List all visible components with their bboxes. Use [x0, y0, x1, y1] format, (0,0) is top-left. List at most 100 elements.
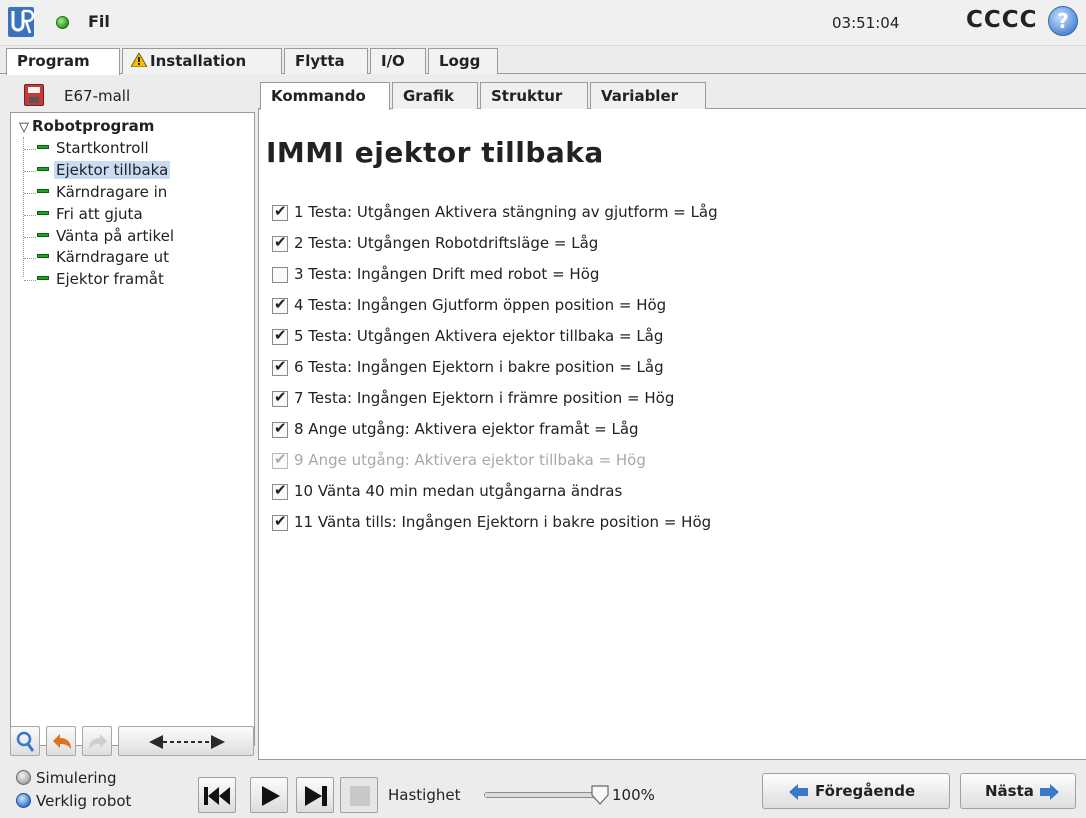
checkbox[interactable]: ✔ — [272, 512, 288, 531]
save-disk-icon[interactable] — [24, 84, 44, 106]
warning-icon — [130, 51, 148, 68]
tab-logg[interactable]: Logg — [428, 48, 498, 74]
search-button[interactable] — [10, 726, 40, 756]
checkbox[interactable]: ✔ — [272, 202, 288, 221]
simulation-label: Simulering — [36, 769, 117, 787]
tab-struktur[interactable]: Struktur — [480, 82, 588, 109]
ur-logo-icon — [8, 7, 34, 37]
checkmark-icon: ✔ — [274, 202, 287, 220]
arrow-left-icon — [789, 784, 808, 800]
tree-item-fri-att-gjuta[interactable]: Fri att gjuta — [23, 205, 145, 225]
check-item-label: 7 Testa: Ingången Ejektorn i främre posi… — [294, 389, 675, 407]
tab-installation[interactable]: Installation — [122, 48, 282, 74]
checkbox[interactable]: ✔ — [272, 326, 288, 345]
previous-button[interactable]: Föregående — [762, 773, 950, 809]
tree-item-vanta-pa-artikel[interactable]: Vänta på artikel — [23, 227, 176, 247]
checkmark-icon: ✔ — [274, 295, 287, 313]
simulation-radio[interactable] — [16, 770, 31, 785]
speed-slider[interactable] — [484, 792, 604, 798]
tree-root[interactable]: ▽ Robotprogram — [19, 117, 154, 135]
checkmark-icon: ✔ — [274, 450, 287, 468]
tree-item-label: Fri att gjuta — [56, 205, 143, 223]
checkmark-icon: ✔ — [274, 419, 287, 437]
redo-icon — [89, 734, 107, 749]
tree-root-label: Robotprogram — [32, 117, 155, 135]
robot-name: CCCC — [966, 7, 1038, 33]
top-bar: Fil 03:51:04 CCCC ? — [0, 0, 1086, 46]
bottom-bar: Simulering Verklig robot Hastighet 100% … — [0, 760, 1086, 818]
program-tree: ▽ Robotprogram Startkontroll Ejektor till… — [10, 112, 255, 746]
redo-button[interactable] — [82, 726, 112, 756]
tree-item-ejektor-tillbaka[interactable]: Ejektor tillbaka — [23, 161, 171, 181]
checkbox[interactable]: ✔ — [272, 419, 288, 438]
tree-item-label: Kärndragare in — [56, 183, 168, 201]
checkmark-icon: ✔ — [274, 357, 287, 375]
checkbox[interactable]: ✔ — [272, 295, 288, 314]
tab-program[interactable]: Program — [6, 48, 120, 75]
node-bar-icon — [37, 253, 49, 258]
search-icon — [16, 731, 35, 752]
arrow-right-icon — [1040, 784, 1059, 800]
stop-button[interactable] — [340, 777, 378, 813]
program-file-bar: E67-mall — [6, 80, 256, 110]
check-item-label: 3 Testa: Ingången Drift med robot = Hög — [294, 265, 600, 283]
next-button[interactable]: Nästa — [960, 773, 1076, 809]
file-menu[interactable]: Fil — [88, 12, 110, 31]
skip-to-start-button[interactable] — [198, 777, 236, 813]
checkbox[interactable]: ✔ — [272, 357, 288, 376]
node-bar-icon — [37, 144, 49, 149]
stop-icon — [350, 786, 370, 806]
next-label: Nästa — [985, 782, 1034, 800]
tree-toolbar — [10, 724, 255, 758]
checkbox[interactable]: ✔ — [272, 233, 288, 252]
tree-item-karndragare-ut[interactable]: Kärndragare ut — [23, 248, 171, 268]
checkbox: ✔ — [272, 450, 288, 469]
tab-variabler[interactable]: Variabler — [590, 82, 706, 109]
tree-item-startkontroll[interactable]: Startkontroll — [23, 139, 151, 159]
help-icon[interactable]: ? — [1048, 6, 1078, 36]
speed-slider-fill — [485, 793, 603, 797]
tab-installation-label: Installation — [150, 52, 247, 70]
node-bar-icon — [37, 166, 49, 171]
check-item-label: 6 Testa: Ingången Ejektorn i bakre posit… — [294, 358, 664, 376]
check-item-label: 2 Testa: Utgången Robotdriftsläge = Låg — [294, 234, 599, 252]
undo-icon — [53, 734, 71, 749]
speed-slider-handle-icon[interactable] — [590, 785, 610, 805]
check-item-label: 11 Vänta tills: Ingången Ejektorn i bakr… — [294, 513, 712, 531]
real-robot-label: Verklig robot — [36, 792, 132, 810]
tab-io[interactable]: I/O — [370, 48, 426, 74]
checkbox[interactable] — [272, 267, 288, 283]
checkmark-icon: ✔ — [274, 326, 287, 344]
robot-status-icon — [56, 16, 69, 29]
checkbox[interactable]: ✔ — [272, 388, 288, 407]
node-bar-icon — [37, 232, 49, 237]
clock: 03:51:04 — [832, 14, 900, 32]
check-item-label: 4 Testa: Ingången Gjutform öppen positio… — [294, 296, 667, 314]
speed-label: Hastighet — [388, 786, 461, 804]
speed-value: 100% — [612, 786, 655, 804]
collapse-triangle-icon[interactable]: ▽ — [19, 120, 29, 135]
tree-item-label: Kärndragare ut — [56, 248, 169, 266]
tree-item-label: Ejektor framåt — [56, 270, 164, 288]
tab-grafik[interactable]: Grafik — [392, 82, 478, 109]
tab-flytta[interactable]: Flytta — [284, 48, 368, 74]
step-button[interactable] — [296, 777, 334, 813]
undo-button[interactable] — [46, 726, 76, 756]
checkmark-icon: ✔ — [274, 233, 287, 251]
play-icon — [262, 786, 280, 806]
step-forward-icon — [305, 786, 327, 806]
checkmark-icon: ✔ — [274, 481, 287, 499]
tree-item-label: Ejektor tillbaka — [54, 161, 171, 179]
check-item-label: 9 Ange utgång: Aktivera ejektor tillbaka… — [294, 451, 646, 469]
tree-item-label: Startkontroll — [56, 139, 149, 157]
move-node-button[interactable] — [118, 726, 254, 756]
program-name: E67-mall — [64, 87, 131, 105]
checkmark-icon: ✔ — [274, 512, 287, 530]
check-item-label: 5 Testa: Utgången Aktivera ejektor tillb… — [294, 327, 664, 345]
play-button[interactable] — [250, 777, 288, 813]
tree-item-karndragare-in[interactable]: Kärndragare in — [23, 183, 169, 203]
tree-item-ejektor-framat[interactable]: Ejektor framåt — [23, 270, 166, 290]
checkbox[interactable]: ✔ — [272, 481, 288, 500]
tab-kommando[interactable]: Kommando — [260, 82, 390, 110]
real-robot-radio[interactable] — [16, 793, 31, 808]
